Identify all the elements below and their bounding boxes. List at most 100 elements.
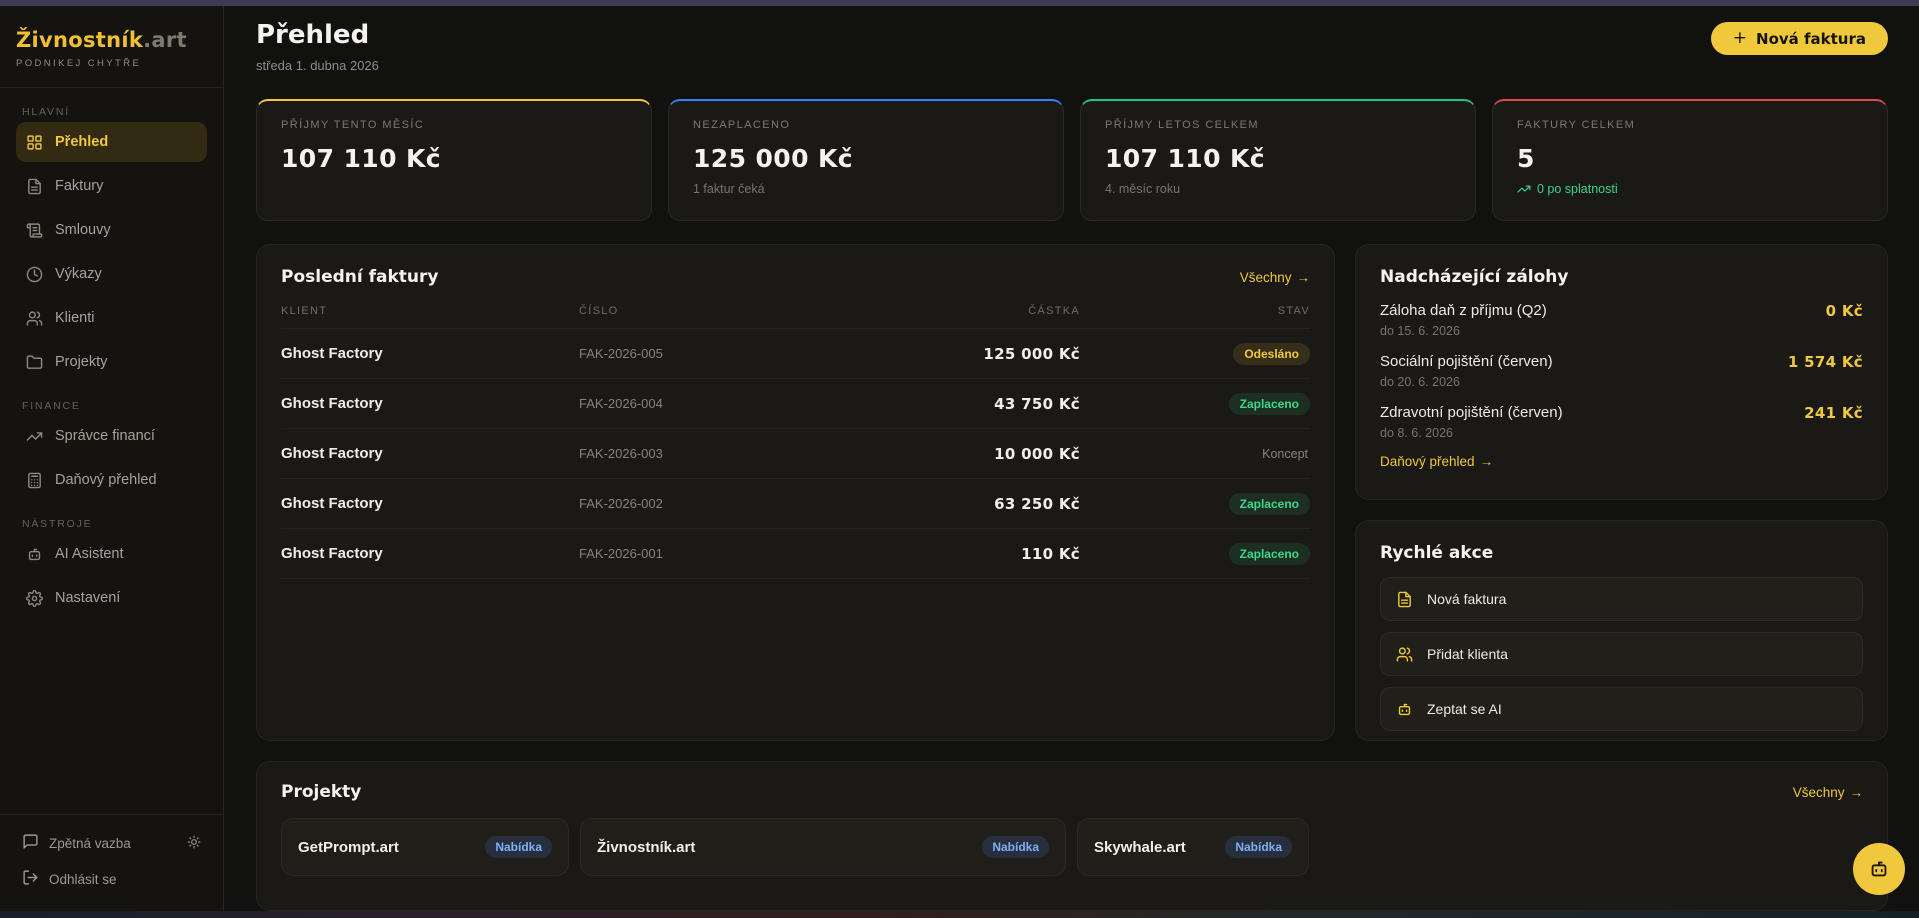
recent-invoices-card: Poslední faktury Všechny → KLIENT ČÍSLO … xyxy=(256,244,1335,741)
quick-actions-card: Rychlé akce Nová faktura Přidat klienta … xyxy=(1355,520,1888,741)
quick-action-new-invoice[interactable]: Nová faktura xyxy=(1380,577,1863,621)
app-logo: Živnostník.art xyxy=(16,28,207,52)
sidebar-item-faktury[interactable]: Faktury xyxy=(16,166,207,206)
new-invoice-label: Nová faktura xyxy=(1756,30,1866,48)
clock-icon xyxy=(26,266,43,283)
col-client: KLIENT xyxy=(281,305,579,317)
invoice-client: Ghost Factory xyxy=(281,345,579,362)
col-number: ČÍSLO xyxy=(579,305,865,317)
file-text-icon xyxy=(26,178,43,195)
project-name: GetPrompt.art xyxy=(298,839,399,856)
invoice-number: FAK-2026-001 xyxy=(579,546,865,561)
bot-icon xyxy=(1868,858,1890,880)
invoice-number: FAK-2026-003 xyxy=(579,446,865,461)
link-label: Všechny xyxy=(1240,270,1292,285)
invoice-client: Ghost Factory xyxy=(281,545,579,562)
sidebar-item-label: Smlouvy xyxy=(55,222,111,238)
nav-section-label: FINANCE xyxy=(16,400,207,412)
stat-card-unpaid: NEZAPLACENO 125 000 Kč 1 faktur čeká xyxy=(668,99,1064,221)
stat-sub: 0 po splatnosti xyxy=(1517,182,1863,196)
message-square-icon[interactable] xyxy=(22,833,39,853)
sidebar-item-label: Nastavení xyxy=(55,590,120,606)
upcoming-title: Nadcházející zálohy xyxy=(1380,267,1863,287)
project-item[interactable]: Živnostník.art Nabídka xyxy=(580,818,1066,876)
status-badge: Zaplaceno xyxy=(1229,493,1310,515)
logout-row[interactable]: Odhlásit se xyxy=(16,861,207,897)
invoice-amount: 43 750 Kč xyxy=(865,395,1080,413)
invoice-row[interactable]: Ghost Factory FAK-2026-001 110 Kč Zaplac… xyxy=(281,529,1310,579)
status-badge: Koncept xyxy=(1251,443,1310,465)
invoice-row[interactable]: Ghost Factory FAK-2026-003 10 000 Kč Kon… xyxy=(281,429,1310,479)
users-icon xyxy=(1396,646,1413,663)
sidebar-item-label: Projekty xyxy=(55,354,107,370)
arrow-right-icon: → xyxy=(1297,270,1311,285)
new-invoice-button[interactable]: + Nová faktura xyxy=(1711,22,1888,55)
nav-section-label: NÁSTROJE xyxy=(16,518,207,530)
col-status: STAV xyxy=(1080,305,1310,317)
sidebar-item-projekty[interactable]: Projekty xyxy=(16,342,207,382)
stat-sub: 4. měsíc roku xyxy=(1105,182,1451,196)
stat-value: 107 110 Kč xyxy=(281,144,627,173)
invoice-row[interactable]: Ghost Factory FAK-2026-004 43 750 Kč Zap… xyxy=(281,379,1310,429)
page-title: Přehled xyxy=(256,18,379,52)
arrow-right-icon: → xyxy=(1480,454,1494,469)
invoice-number: FAK-2026-002 xyxy=(579,496,865,511)
sidebar-item-vykazy[interactable]: Výkazy xyxy=(16,254,207,294)
sidebar-item-label: Daňový přehled xyxy=(55,472,157,488)
trending-up-icon xyxy=(26,428,43,445)
sidebar: Živnostník.art PODNIKEJ CHYTŘE HLAVNÍ Př… xyxy=(0,6,224,911)
logo-primary: Živnostník xyxy=(16,28,143,52)
sidebar-item-danovy-prehled[interactable]: Daňový přehled xyxy=(16,460,207,500)
sidebar-item-label: Klienti xyxy=(55,310,95,326)
ai-chat-fab[interactable] xyxy=(1853,843,1905,895)
layout-grid-icon xyxy=(26,134,43,151)
sidebar-item-klienti[interactable]: Klienti xyxy=(16,298,207,338)
page-header: Přehled středa 1. dubna 2026 + Nová fakt… xyxy=(256,18,1888,73)
project-status-badge: Nabídka xyxy=(982,836,1049,858)
quick-action-ask-ai[interactable]: Zeptat se AI xyxy=(1380,687,1863,731)
sidebar-item-spravce-financi[interactable]: Správce financí xyxy=(16,416,207,456)
projects-view-all-link[interactable]: Všechny → xyxy=(1793,785,1863,800)
invoice-row[interactable]: Ghost Factory FAK-2026-005 125 000 Kč Od… xyxy=(281,329,1310,379)
stat-card-income-month: PŘÍJMY TENTO MĚSÍC 107 110 Kč xyxy=(256,99,652,221)
window-bottom-strip xyxy=(0,911,1919,918)
stat-card-invoices-total: FAKTURY CELKEM 5 0 po splatnosti xyxy=(1492,99,1888,221)
invoices-view-all-link[interactable]: Všechny → xyxy=(1240,270,1310,285)
invoice-client: Ghost Factory xyxy=(281,495,579,512)
col-amount: ČÁSTKA xyxy=(865,305,1080,317)
status-badge: Zaplaceno xyxy=(1229,393,1310,415)
folder-icon xyxy=(26,354,43,371)
upcoming-item: Záloha daň z příjmu (Q2) do 15. 6. 2026 … xyxy=(1380,302,1863,338)
sidebar-item-smlouvy[interactable]: Smlouvy xyxy=(16,210,207,250)
invoices-title: Poslední faktury xyxy=(281,267,439,287)
divider xyxy=(0,87,223,88)
upcoming-due: do 8. 6. 2026 xyxy=(1380,426,1563,440)
stat-value: 107 110 Kč xyxy=(1105,144,1451,173)
quick-action-add-client[interactable]: Přidat klienta xyxy=(1380,632,1863,676)
tax-overview-link[interactable]: Daňový přehled → xyxy=(1380,454,1863,469)
sidebar-item-label: Správce financí xyxy=(55,428,155,444)
feedback-link[interactable]: Zpětná vazba xyxy=(49,836,131,851)
project-item[interactable]: GetPrompt.art Nabídka xyxy=(281,818,569,876)
upcoming-due: do 20. 6. 2026 xyxy=(1380,375,1553,389)
sidebar-item-nastaveni[interactable]: Nastavení xyxy=(16,578,207,618)
logout-icon xyxy=(22,869,39,889)
quick-action-label: Zeptat se AI xyxy=(1427,701,1502,717)
stat-value: 125 000 Kč xyxy=(693,144,1039,173)
upcoming-item: Zdravotní pojištění (červen) do 8. 6. 20… xyxy=(1380,404,1863,440)
project-name: Živnostník.art xyxy=(597,839,695,856)
stat-label: FAKTURY CELKEM xyxy=(1517,119,1863,131)
projects-title: Projekty xyxy=(281,782,361,802)
sun-icon[interactable] xyxy=(187,835,201,852)
projects-card: Projekty Všechny → GetPrompt.art Nabídka… xyxy=(256,761,1888,911)
quick-action-label: Nová faktura xyxy=(1427,591,1506,607)
upcoming-name: Zdravotní pojištění (červen) xyxy=(1380,404,1563,421)
stat-label: NEZAPLACENO xyxy=(693,119,1039,131)
project-name: Skywhale.art xyxy=(1094,839,1186,856)
sidebar-item-ai-asistent[interactable]: AI Asistent xyxy=(16,534,207,574)
invoice-amount: 10 000 Kč xyxy=(865,445,1080,463)
invoice-row[interactable]: Ghost Factory FAK-2026-002 63 250 Kč Zap… xyxy=(281,479,1310,529)
stats-row: PŘÍJMY TENTO MĚSÍC 107 110 Kč NEZAPLACEN… xyxy=(256,99,1888,221)
project-item[interactable]: Skywhale.art Nabídka xyxy=(1077,818,1309,876)
sidebar-item-prehled[interactable]: Přehled xyxy=(16,122,207,162)
